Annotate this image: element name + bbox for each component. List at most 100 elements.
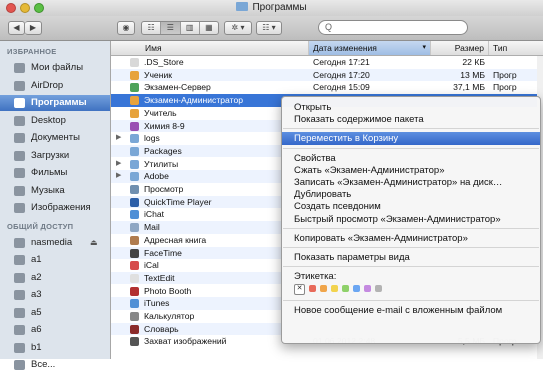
- sidebar-item-label: AirDrop: [31, 79, 64, 91]
- view-mode-group: ☷ ☰ ▥ ▦: [141, 21, 219, 35]
- app-icon: [130, 299, 139, 309]
- arrange-menu-button[interactable]: ☷ ▾: [256, 21, 282, 35]
- file-name: Экзамен-Администратор: [144, 95, 244, 106]
- back-button[interactable]: ◀: [8, 21, 25, 35]
- file-type: Прогр: [493, 82, 517, 93]
- app-icon: [130, 223, 139, 233]
- menu-separator: [283, 266, 539, 268]
- sidebar-item-label: Загрузки: [31, 149, 70, 161]
- label-color-swatch[interactable]: [331, 285, 338, 293]
- icon-view-button[interactable]: ☷: [142, 22, 162, 34]
- context-menu-item[interactable]: Этикетка:: [282, 270, 540, 283]
- sidebar-item[interactable]: b1: [0, 340, 110, 356]
- column-view-button[interactable]: ▥: [181, 22, 200, 34]
- app-icon: [130, 248, 139, 258]
- documents-icon: [14, 133, 25, 143]
- context-menu-item[interactable]: Копировать «Экзамен-Администратор»: [282, 232, 540, 245]
- sidebar-item[interactable]: a5: [0, 305, 110, 321]
- file-row[interactable]: Ученик Сегодня 17:20 13 МБ Прогр: [111, 68, 543, 82]
- eye-icon[interactable]: ◉: [117, 21, 135, 35]
- forward-button[interactable]: ▶: [25, 21, 42, 35]
- context-menu-item[interactable]: Показать содержимое пакета: [282, 113, 540, 126]
- menu-separator: [283, 147, 539, 149]
- sidebar-item[interactable]: AirDrop: [0, 78, 110, 94]
- app-icon: [130, 261, 139, 271]
- sidebar-item[interactable]: a6: [0, 322, 110, 338]
- disclosure-triangle-icon[interactable]: ▶: [116, 158, 121, 171]
- file-name: TextEdit: [144, 272, 175, 283]
- sidebar-item-label: a5: [31, 306, 42, 318]
- toolbar: ◀ ▶ ◉ ☷ ☰ ▥ ▦ ✲ ▾ ☷ ▾ Q: [0, 16, 543, 41]
- app-icon: [130, 312, 139, 321]
- sidebar-item[interactable]: nasmedia ⏏: [0, 235, 110, 251]
- context-menu-item[interactable]: Переместить в Корзину: [282, 132, 540, 146]
- coverflow-view-button[interactable]: ▦: [200, 22, 218, 34]
- label-color-swatch[interactable]: [309, 285, 316, 293]
- label-color-swatch[interactable]: [320, 285, 327, 293]
- file-row[interactable]: Экзамен-Сервер Сегодня 15:09 37,1 МБ Прогр: [111, 81, 543, 94]
- network-drive-icon: [14, 237, 25, 248]
- all-files-icon: [14, 63, 25, 73]
- network-icon: [14, 360, 25, 370]
- file-size: 22 КБ: [462, 57, 485, 67]
- eject-icon[interactable]: ⏏: [90, 235, 98, 251]
- file-name: iTunes: [144, 298, 170, 309]
- label-color-swatch[interactable]: [364, 285, 371, 293]
- context-menu-item[interactable]: Открыть: [282, 101, 540, 114]
- app-icon: [130, 108, 139, 118]
- disclosure-triangle-icon[interactable]: ▶: [116, 132, 121, 145]
- sidebar-item[interactable]: Фильмы: [0, 165, 110, 181]
- column-header-type[interactable]: Тип: [489, 41, 543, 55]
- sidebar-item[interactable]: Музыка: [0, 183, 110, 199]
- context-menu-item[interactable]: Сжать «Экзамен-Администратор»: [282, 164, 540, 177]
- sidebar-item[interactable]: Программы: [0, 95, 110, 111]
- column-header-size[interactable]: Размер: [431, 41, 489, 55]
- sidebar-section-header: ИЗБРАННОЕ: [7, 47, 57, 56]
- label-color-swatch[interactable]: [353, 285, 360, 293]
- sidebar-item[interactable]: Изображения: [0, 200, 110, 216]
- sidebar-item[interactable]: a1: [0, 252, 110, 268]
- menu-separator: [283, 300, 539, 302]
- context-menu: Открыть Показать содержимое пакета Перемес…: [281, 96, 541, 344]
- sidebar-section-header: ОБЩИЙ ДОСТУП: [7, 221, 74, 231]
- sidebar-item[interactable]: Документы: [0, 130, 110, 146]
- context-menu-item[interactable]: Свойства: [282, 152, 540, 165]
- column-header-date-label: Дата изменения: [313, 43, 377, 53]
- file-name: Mail: [144, 222, 160, 233]
- window-title: Программы: [252, 2, 307, 13]
- context-menu-item[interactable]: Показать параметры вида: [282, 251, 540, 264]
- label-color-swatch[interactable]: [375, 285, 382, 293]
- sidebar-item-label: Изображения: [31, 202, 91, 213]
- file-name: Химия 8-9: [144, 120, 185, 131]
- sidebar-item[interactable]: a2: [0, 270, 110, 286]
- app-icon: [130, 96, 139, 106]
- action-menu-button[interactable]: ✲ ▾: [224, 21, 252, 35]
- sidebar-item[interactable]: Загрузки: [0, 148, 110, 164]
- app-icon: [130, 273, 139, 283]
- context-menu-item[interactable]: Дублировать: [282, 188, 540, 201]
- sidebar-item[interactable]: Все...: [0, 357, 110, 373]
- search-input[interactable]: Q: [318, 20, 468, 35]
- computer-icon: [14, 290, 25, 300]
- file-size: 13 МБ: [460, 69, 485, 80]
- disclosure-triangle-icon[interactable]: ▶: [116, 170, 121, 183]
- menu-separator: [283, 247, 539, 248]
- file-name: Адресная книга: [144, 234, 207, 245]
- sidebar: ИЗБРАННОЕ Мои файлы AirDrop Программы Deskto…: [0, 41, 111, 370]
- context-menu-item[interactable]: Создать псевдоним: [282, 200, 540, 213]
- sidebar-item[interactable]: Desktop: [0, 113, 110, 129]
- sidebar-item-label: Фильмы: [31, 167, 68, 178]
- label-none-icon[interactable]: ✕: [294, 284, 305, 296]
- file-row[interactable]: .DS_Store Сегодня 17:21 22 КБ: [111, 56, 543, 69]
- list-view-button[interactable]: ☰: [161, 22, 181, 34]
- column-header-name[interactable]: Имя: [111, 41, 309, 55]
- sidebar-item-label: Музыка: [31, 184, 65, 196]
- sidebar-item[interactable]: a3: [0, 287, 110, 303]
- context-menu-item[interactable]: Быстрый просмотр «Экзамен-Администратор»: [282, 213, 540, 226]
- context-menu-item[interactable]: Записать «Экзамен-Администратор» на диск…: [282, 176, 540, 189]
- label-color-swatch[interactable]: [342, 285, 349, 293]
- sidebar-item[interactable]: Мои файлы: [0, 60, 110, 76]
- column-header-date[interactable]: Дата изменения ▾: [309, 41, 431, 55]
- airdrop-icon: [14, 80, 25, 91]
- context-menu-item[interactable]: Новое сообщение e-mail с вложенным файло…: [282, 304, 540, 317]
